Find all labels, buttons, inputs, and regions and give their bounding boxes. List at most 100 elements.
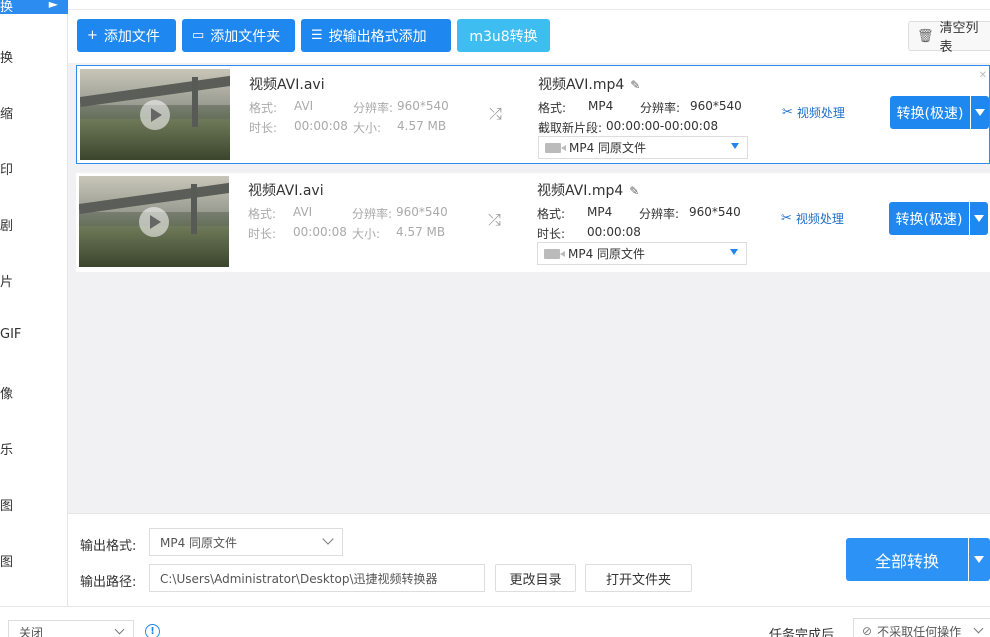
clip-value: 00:00:00-00:00:08 [606,119,719,133]
output-filename-text: 视频AVI.mp4 [538,77,625,93]
convert-button[interactable]: 转换(极速) [889,202,969,235]
plus-icon: + [87,28,98,43]
add-folder-button[interactable]: ▭ 添加文件夹 [182,19,295,52]
add-folder-label: 添加文件夹 [210,28,281,45]
output-format-select[interactable]: MP4 同原文件 [538,136,748,159]
video-process-label: 视频处理 [796,106,845,120]
format-label: 格式: [248,207,277,221]
output-path-field[interactable]: C:\Users\Administrator\Desktop\迅捷视频转换器 [149,564,485,592]
convert-all-button[interactable]: 全部转换 [846,538,968,581]
output-format-label: 输出格式: [80,539,137,554]
convert-all-dropdown-button[interactable] [969,538,990,581]
sidebar-item-active[interactable]: 换 ► [0,0,68,15]
after-task-label: 任务完成后 [769,628,835,637]
out-format-label: 格式: [538,101,567,115]
format-value: AVI [293,205,313,219]
video-process-button[interactable]: ✂ 视频处理 [782,104,845,121]
duration-value: 00:00:08 [293,225,347,239]
out-duration-value: 00:00:08 [587,225,641,239]
size-label: 大小: [353,121,382,135]
output-filename-text: 视频AVI.mp4 [537,183,624,199]
sidebar-item-split[interactable]: 片 [0,271,13,290]
file-row[interactable]: 视频AVI.avi 格式: AVI 分辨率: 960*540 时长: 00:00… [76,173,990,272]
format-label: 格式: [249,101,278,115]
out-format-label: 格式: [537,207,566,221]
sidebar-item-image-2[interactable]: 图 [0,551,13,570]
sidebar: 换 ► 换 缩 印 剧 片 GIF 像 乐 图 图 [0,0,68,606]
global-output-format-value: MP4 同原文件 [160,535,238,550]
add-file-label: 添加文件 [103,28,160,45]
toolbar: + 添加文件 ▭ 添加文件夹 ☰ 按输出格式添加 m3u8转换 🗑 清空列表 [68,11,990,63]
status-bar: 关闭 ! 任务完成后 ⊘ 不采取任何操作 [0,606,990,637]
convert-button[interactable]: 转换(极速) [890,96,970,129]
size-value: 4.57 MB [397,119,447,133]
m3u8-label: m3u8转换 [469,28,538,45]
output-filename[interactable]: 视频AVI.mp4 ✎ [538,74,640,94]
edit-pencil-icon[interactable]: ✎ [629,184,639,198]
clear-list-label: 清空列表 [939,21,979,55]
output-filename[interactable]: 视频AVI.mp4 ✎ [537,180,639,200]
sidebar-item-watermark[interactable]: 印 [0,159,13,178]
open-folder-button[interactable]: 打开文件夹 [585,564,692,592]
video-thumbnail[interactable] [80,69,230,160]
chevron-down-icon [973,623,984,634]
chevron-down-icon [322,533,334,545]
add-by-format-button[interactable]: ☰ 按输出格式添加 [301,19,451,52]
add-by-format-label: 按输出格式添加 [328,28,427,45]
video-process-button[interactable]: ✂ 视频处理 [781,210,844,227]
info-icon[interactable]: ! [145,624,160,637]
play-icon[interactable] [140,100,170,130]
scissors-icon: ✂ [782,105,793,120]
caret-down-icon [730,249,738,255]
resolution-value: 960*540 [396,205,448,219]
output-format-select-value: MP4 同原文件 [569,141,647,155]
sidebar-item-edit[interactable]: 剧 [0,215,13,234]
sidebar-item-image[interactable]: 图 [0,495,13,514]
change-directory-button[interactable]: 更改目录 [495,564,576,592]
add-file-button[interactable]: + 添加文件 [77,19,176,52]
convert-dropdown-button[interactable] [971,96,989,129]
sidebar-item-record[interactable]: 像 [0,383,13,402]
out-duration-label: 时长: [537,227,566,241]
camera-icon [544,248,565,259]
close-select[interactable]: 关闭 [8,620,134,637]
sidebar-item-label: 换 [0,0,14,15]
size-label: 大小: [352,227,381,241]
remove-row-icon[interactable]: ✕ [979,70,987,81]
sidebar-item-gif[interactable]: GIF [0,327,21,342]
play-icon[interactable] [139,207,169,237]
folder-icon: ▭ [192,28,205,43]
shuffle-icon: ⤮ [489,104,502,123]
resolution-value: 960*540 [397,99,449,113]
resolution-label: 分辨率: [353,101,394,115]
output-format-select[interactable]: MP4 同原文件 [537,242,747,265]
format-value: AVI [294,99,314,113]
output-format-select-value: MP4 同原文件 [568,247,646,261]
chevron-right-icon: ► [48,0,58,11]
out-resolution-value: 960*540 [689,205,741,219]
edit-pencil-icon[interactable]: ✎ [630,78,640,92]
out-format-value: MP4 [588,99,614,113]
duration-value: 00:00:08 [294,119,348,133]
top-strip [68,0,990,10]
shuffle-icon: ⤮ [488,210,501,229]
global-output-format-select[interactable]: MP4 同原文件 [149,528,343,556]
convert-dropdown-button[interactable] [970,202,988,235]
sidebar-item-compress[interactable]: 缩 [0,103,13,122]
scissors-icon: ✂ [781,211,792,226]
caret-down-icon [731,143,739,149]
sidebar-item-music[interactable]: 乐 [0,439,13,458]
sidebar-item-convert[interactable]: 换 [0,47,13,66]
clip-label: 截取新片段: [538,121,603,135]
video-process-label: 视频处理 [795,212,844,226]
after-task-select[interactable]: ⊘ 不采取任何操作 [853,618,990,637]
duration-label: 时长: [248,227,277,241]
clear-list-button[interactable]: 🗑 清空列表 [908,21,990,55]
file-row[interactable]: 视频AVI.avi 格式: AVI 分辨率: 960*540 时长: 00:00… [76,65,990,164]
video-thumbnail[interactable] [79,176,229,267]
out-resolution-value: 960*540 [690,99,742,113]
chevron-down-icon [114,624,125,635]
after-task-value: 不采取任何操作 [877,624,962,637]
source-filename: 视频AVI.avi [248,183,324,199]
m3u8-button[interactable]: m3u8转换 [457,19,550,52]
